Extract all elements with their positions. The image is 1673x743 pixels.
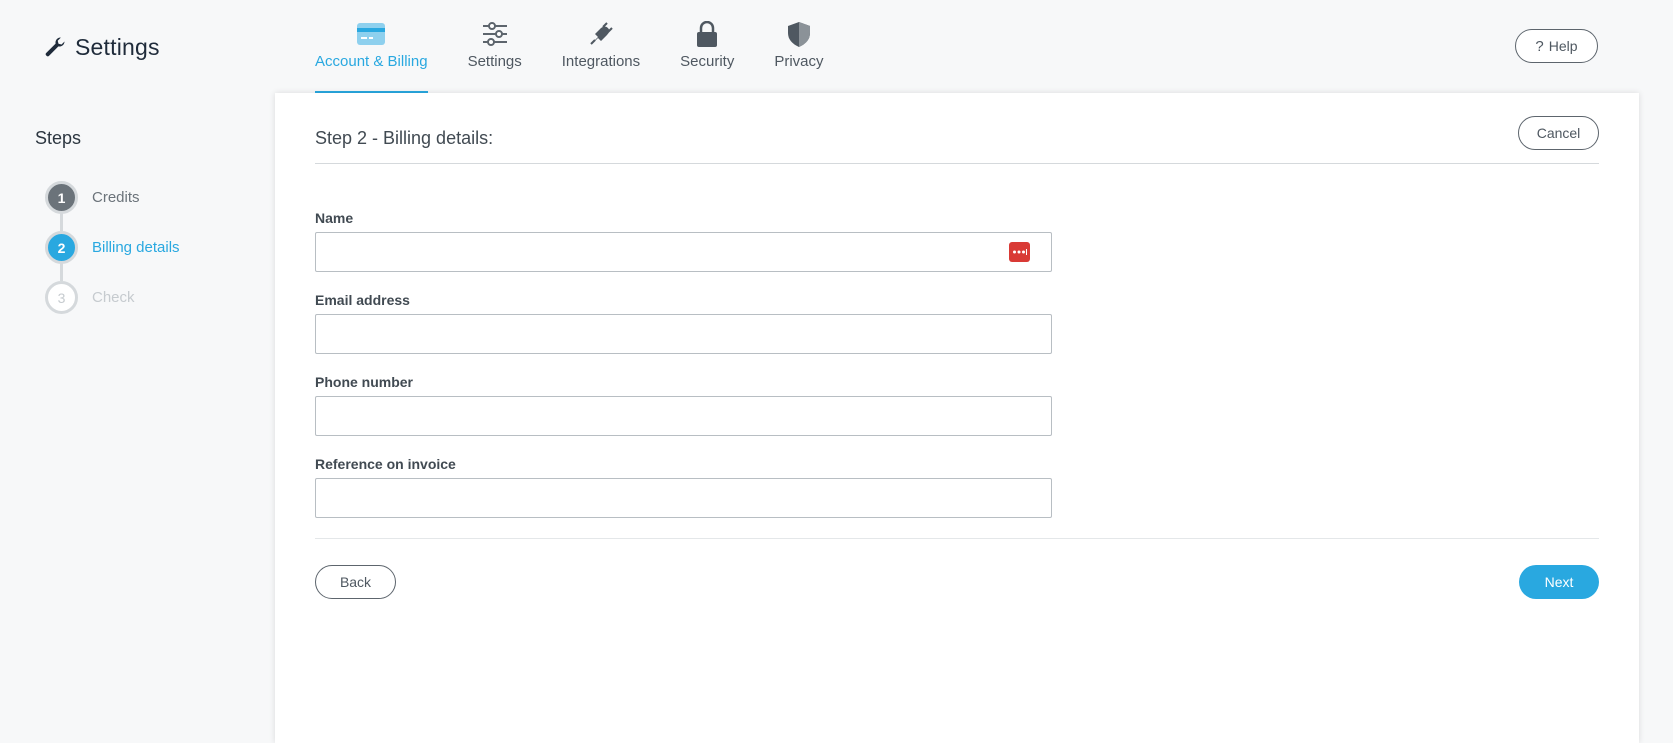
billing-form: Name Email address Phone number Referenc…: [315, 210, 1052, 538]
top-bar: Settings Account & Billing Settings Inte…: [0, 0, 1673, 93]
step-number: 2: [45, 231, 78, 264]
tab-security[interactable]: Security: [680, 0, 734, 93]
email-label: Email address: [315, 292, 410, 308]
reference-input[interactable]: [315, 478, 1052, 518]
tab-label: Integrations: [561, 53, 641, 70]
name-label: Name: [315, 210, 354, 226]
tab-privacy[interactable]: Privacy: [774, 0, 824, 93]
tab-label: Settings: [467, 53, 522, 70]
email-field-group: Email address: [315, 292, 1052, 374]
phone-field-group: Phone number: [315, 374, 1052, 456]
tab-account-billing[interactable]: Account & Billing: [315, 0, 428, 93]
step-item-check: 3 Check: [45, 281, 180, 331]
tab-integrations[interactable]: Integrations: [562, 0, 640, 93]
name-input[interactable]: [315, 232, 1052, 272]
help-label: Help: [1548, 38, 1578, 54]
cancel-button[interactable]: Cancel: [1518, 116, 1599, 150]
tab-label: Security: [680, 53, 735, 70]
step-label: Check: [92, 289, 135, 306]
billing-card: Step 2 - Billing details: Cancel Name Em…: [275, 93, 1639, 743]
card-header: Step 2 - Billing details: Cancel: [315, 116, 1599, 164]
step-label: Credits: [92, 189, 140, 206]
credit-card-icon: [356, 20, 386, 48]
step-list: 1 Credits 2 Billing details 3 Check: [45, 181, 180, 331]
name-input-wrap: [315, 232, 1052, 272]
card-title: Step 2 - Billing details:: [315, 128, 494, 148]
phone-label: Phone number: [315, 374, 414, 390]
wrench-icon: [45, 37, 65, 57]
question-icon: ?: [1535, 37, 1544, 55]
steps-panel: Steps 1 Credits 2 Billing details 3 Chec…: [35, 128, 255, 314]
phone-input[interactable]: [315, 396, 1052, 436]
step-number: 3: [45, 281, 78, 314]
plug-icon: [586, 20, 616, 48]
step-item-credits[interactable]: 1 Credits: [45, 181, 180, 231]
page-title: Settings: [75, 33, 160, 60]
step-label: Billing details: [92, 239, 180, 256]
name-field-group: Name: [315, 210, 1052, 292]
brand: Settings: [43, 31, 160, 63]
tab-label: Account & Billing: [315, 53, 428, 70]
tab-label: Privacy: [774, 53, 824, 70]
footer-divider: [315, 538, 1599, 539]
password-manager-icon[interactable]: [1009, 242, 1030, 262]
step-number: 1: [45, 181, 78, 214]
email-input[interactable]: [315, 314, 1052, 354]
reference-field-group: Reference on invoice: [315, 456, 1052, 538]
back-button[interactable]: Back: [315, 565, 396, 599]
shield-icon: [784, 20, 814, 48]
tab-settings[interactable]: Settings: [468, 0, 522, 93]
lock-icon: [692, 20, 722, 48]
main-nav: Account & Billing Settings Integrations …: [315, 0, 864, 93]
sliders-icon: [480, 20, 510, 48]
help-button[interactable]: ? Help: [1515, 29, 1598, 63]
next-button[interactable]: Next: [1519, 565, 1599, 599]
steps-title: Steps: [35, 128, 82, 148]
reference-label: Reference on invoice: [315, 456, 456, 472]
step-item-billing-details[interactable]: 2 Billing details: [45, 231, 180, 281]
